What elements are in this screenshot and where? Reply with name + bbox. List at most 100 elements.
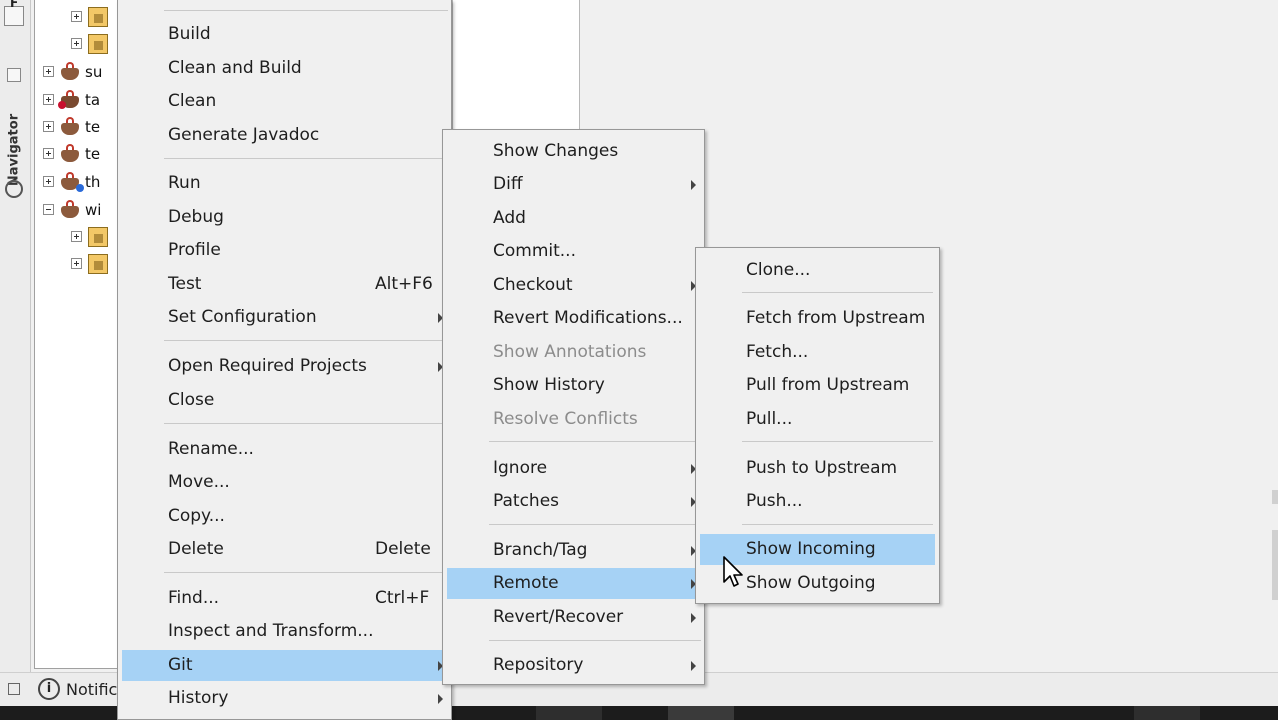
editor-area[interactable] bbox=[452, 0, 580, 131]
menu-item-ignore[interactable]: Ignore bbox=[443, 453, 704, 484]
tree-row-label: te bbox=[85, 117, 101, 136]
menu-item-find[interactable]: Find... Ctrl+F bbox=[118, 583, 451, 614]
menu-item-patches[interactable]: Patches bbox=[443, 486, 704, 517]
menu-item-move[interactable]: Move... bbox=[118, 467, 451, 498]
menu-item-set-configuration[interactable]: Set Configuration bbox=[118, 302, 451, 333]
menu-item-label: Diff bbox=[493, 174, 523, 194]
scrollbar-thumb[interactable] bbox=[1272, 530, 1278, 600]
menu-item-commit[interactable]: Commit... bbox=[443, 236, 704, 267]
menu-separator bbox=[489, 640, 701, 641]
menu-item-push[interactable]: Push... bbox=[696, 486, 939, 517]
expand-icon[interactable] bbox=[43, 148, 54, 159]
tree-row[interactable]: su bbox=[43, 58, 102, 85]
menu-item-clean-and-build[interactable]: Clean and Build bbox=[118, 53, 451, 84]
tree-row[interactable] bbox=[71, 3, 111, 30]
menu-item-fetch-from-upstream[interactable]: Fetch from Upstream bbox=[696, 303, 939, 334]
tree-row[interactable]: th bbox=[43, 168, 100, 195]
menu-item-pull[interactable]: Pull... bbox=[696, 404, 939, 435]
notifications-tab-label[interactable]: Notific bbox=[66, 680, 117, 699]
menu-item-profile[interactable]: Profile bbox=[118, 235, 451, 266]
taskbar-button[interactable] bbox=[1134, 706, 1200, 720]
taskbar-button[interactable] bbox=[668, 706, 734, 720]
expand-icon[interactable] bbox=[71, 258, 82, 269]
menu-item-delete[interactable]: Delete Delete bbox=[118, 534, 451, 565]
menu-item-revert-modifications[interactable]: Revert Modifications... bbox=[443, 303, 704, 334]
info-icon[interactable]: i bbox=[38, 678, 60, 700]
menu-item-show-changes[interactable]: Show Changes bbox=[443, 136, 704, 167]
menu-item-build[interactable]: Build bbox=[118, 19, 451, 50]
menu-item-revert-recover[interactable]: Revert/Recover bbox=[443, 602, 704, 633]
navigator-tab-icon[interactable] bbox=[5, 180, 23, 198]
expand-icon[interactable] bbox=[71, 231, 82, 242]
menu-item-label: Resolve Conflicts bbox=[493, 409, 638, 429]
tree-row[interactable] bbox=[71, 250, 111, 277]
java-project-icon bbox=[60, 116, 82, 137]
tree-row[interactable]: ta bbox=[43, 86, 100, 113]
menu-item-label: Close bbox=[168, 390, 215, 410]
menu-item-close[interactable]: Close bbox=[118, 385, 451, 416]
expand-icon[interactable] bbox=[71, 11, 82, 22]
tree-row[interactable]: te bbox=[43, 113, 100, 140]
menu-item-remote[interactable]: Remote bbox=[447, 568, 701, 599]
taskbar-button[interactable] bbox=[536, 706, 602, 720]
scroll-marker[interactable] bbox=[1272, 490, 1278, 504]
collapse-icon[interactable] bbox=[43, 204, 54, 215]
menu-item-run[interactable]: Run bbox=[118, 168, 451, 199]
package-icon bbox=[88, 226, 108, 247]
menu-item-copy[interactable]: Copy... bbox=[118, 501, 451, 532]
menu-item-git[interactable]: Git bbox=[122, 650, 448, 681]
menu-item-pull-from-upstream[interactable]: Pull from Upstream bbox=[696, 370, 939, 401]
menu-item-label: Find... bbox=[168, 588, 220, 608]
menu-item-test[interactable]: Test Alt+F6 bbox=[118, 269, 451, 300]
expand-icon[interactable] bbox=[43, 94, 54, 105]
submenu-arrow-icon bbox=[438, 694, 443, 704]
menu-item-label: Show Outgoing bbox=[746, 573, 876, 593]
tree-row[interactable]: wi bbox=[43, 196, 101, 223]
expand-icon[interactable] bbox=[71, 38, 82, 49]
expand-icon[interactable] bbox=[43, 121, 54, 132]
menu-item-label: Pull... bbox=[746, 409, 793, 429]
menu-item-show-annotations[interactable]: Show Annotations bbox=[443, 337, 704, 368]
menu-separator bbox=[164, 340, 448, 341]
menu-item-history[interactable]: History bbox=[118, 683, 451, 714]
tree-row[interactable] bbox=[71, 223, 111, 250]
expand-icon[interactable] bbox=[43, 66, 54, 77]
mouse-cursor-icon bbox=[723, 556, 743, 587]
tree-row-label: te bbox=[85, 144, 101, 163]
tree-row[interactable]: te bbox=[43, 140, 100, 167]
package-icon bbox=[88, 253, 108, 274]
menu-item-rename[interactable]: Rename... bbox=[118, 434, 451, 465]
left-tool-strip: F Navigator bbox=[0, 0, 31, 672]
menu-item-label: Generate Javadoc bbox=[168, 125, 320, 145]
menu-item-generate-javadoc[interactable]: Generate Javadoc bbox=[118, 120, 451, 151]
menu-item-label: Patches bbox=[493, 491, 560, 511]
menu-item-diff[interactable]: Diff bbox=[443, 169, 704, 200]
navigator-tab-label[interactable]: Navigator bbox=[7, 114, 22, 186]
menu-item-branch-tag[interactable]: Branch/Tag bbox=[443, 535, 704, 566]
menu-item-label: Remote bbox=[493, 573, 559, 593]
menu-item-clone[interactable]: Clone... bbox=[696, 255, 939, 286]
submenu-arrow-icon bbox=[691, 180, 696, 190]
menu-item-label: Move... bbox=[168, 472, 230, 492]
menu-item-debug[interactable]: Debug bbox=[118, 202, 451, 233]
menu-item-repository[interactable]: Repository bbox=[443, 650, 704, 681]
menu-separator bbox=[742, 524, 933, 525]
restore-window-icon[interactable] bbox=[8, 683, 20, 695]
menu-item-push-to-upstream[interactable]: Push to Upstream bbox=[696, 453, 939, 484]
menu-item-label: Debug bbox=[168, 207, 224, 227]
menu-item-fetch[interactable]: Fetch... bbox=[696, 337, 939, 368]
menu-item-show-history[interactable]: Show History bbox=[443, 370, 704, 401]
menu-item-checkout[interactable]: Checkout bbox=[443, 270, 704, 301]
restore-window-icon[interactable] bbox=[7, 68, 21, 82]
package-icon bbox=[88, 33, 108, 54]
files-tab-label[interactable]: F bbox=[10, 0, 18, 10]
menu-item-open-required-projects[interactable]: Open Required Projects bbox=[118, 351, 451, 382]
menu-item-resolve-conflicts[interactable]: Resolve Conflicts bbox=[443, 404, 704, 435]
menu-item-add[interactable]: Add bbox=[443, 203, 704, 234]
expand-icon[interactable] bbox=[43, 176, 54, 187]
menu-item-label: Add bbox=[493, 208, 526, 228]
menu-item-label: Show Incoming bbox=[746, 539, 876, 559]
menu-item-inspect-and-transform[interactable]: Inspect and Transform... bbox=[118, 616, 451, 647]
menu-item-clean[interactable]: Clean bbox=[118, 86, 451, 117]
tree-row[interactable] bbox=[71, 30, 111, 57]
